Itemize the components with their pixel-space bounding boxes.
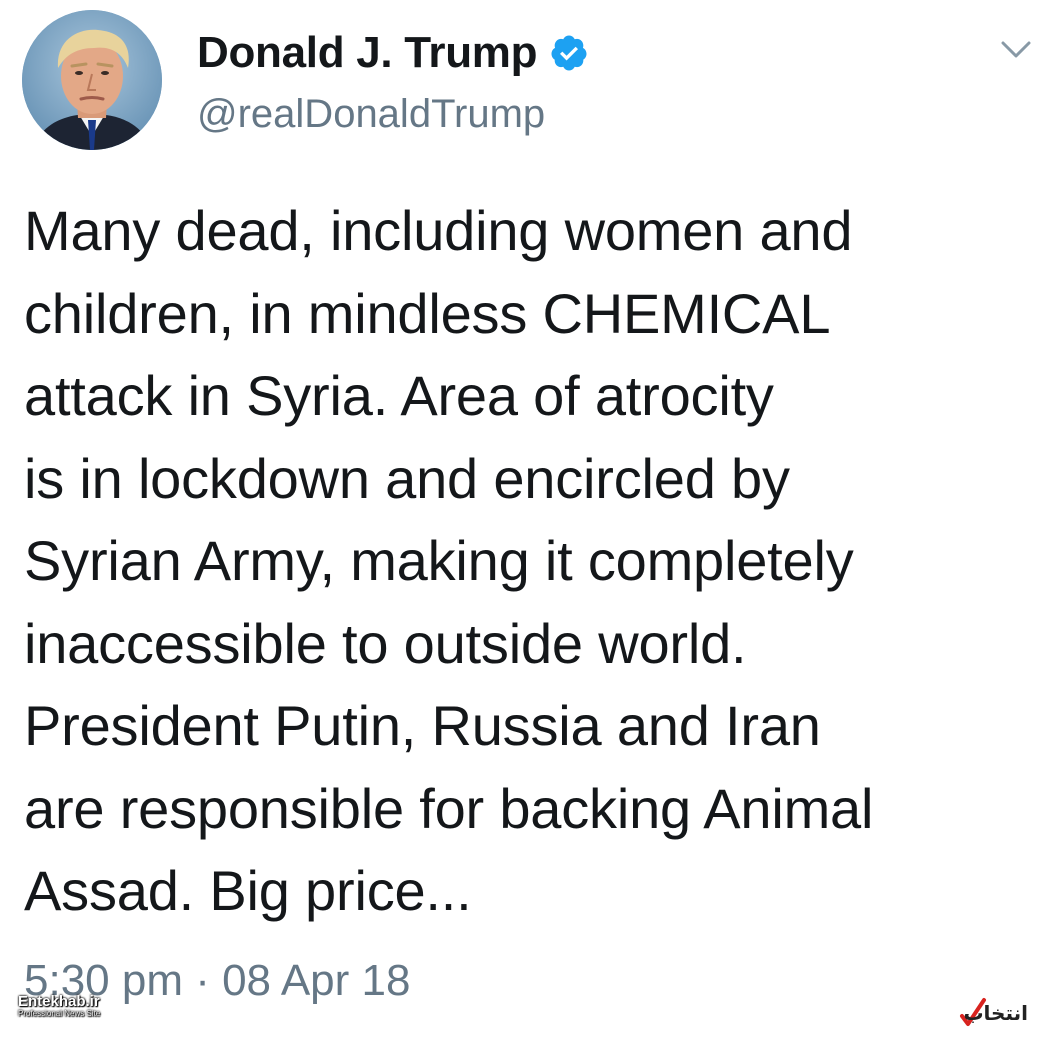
watermark-subtext: Professional News Site <box>18 1009 101 1018</box>
tweet-line: President Putin, Russia and Iran <box>24 694 821 757</box>
tweet-line: are responsible for backing Animal <box>24 776 874 840</box>
avatar[interactable] <box>22 10 162 150</box>
tweet-line: attack in Syria. Area of atrocity <box>24 364 774 427</box>
tweet-line: children, in mindless CHEMICAL <box>24 281 831 345</box>
name-row[interactable]: Donald J. Trump <box>197 28 589 78</box>
tweet-line: inaccessible to outside world. <box>24 611 747 675</box>
tweet-line: Many dead, including women and <box>24 199 853 262</box>
profile-photo <box>22 10 162 150</box>
tweet-line: is in lockdown and encircled by <box>24 446 790 510</box>
tweet-line: Syrian Army, making it completely <box>24 529 854 592</box>
tweet-line: Assad. Big price... <box>24 859 472 922</box>
tweet-text: Many dead, including women and children,… <box>24 190 1044 933</box>
user-handle[interactable]: @realDonaldTrump <box>197 92 545 137</box>
watermark-logo-left: Entekhab.ir Professional News Site <box>18 994 100 1019</box>
display-name[interactable]: Donald J. Trump <box>197 28 538 78</box>
svg-text:انتخاب: انتخاب <box>963 1001 1028 1025</box>
watermark-logo-right: انتخاب <box>958 990 1030 1030</box>
watermark-text: Entekhab.ir <box>18 993 100 1010</box>
chevron-down-icon[interactable] <box>1000 38 1032 62</box>
verified-badge-icon <box>549 33 589 73</box>
